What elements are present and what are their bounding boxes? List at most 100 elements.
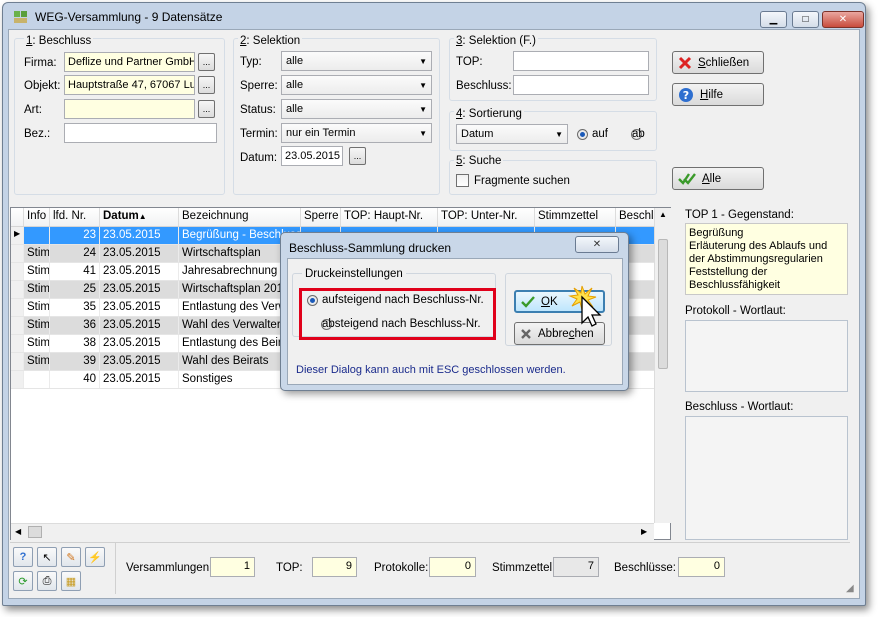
col-header-beschluss[interactable]: Beschlu — [616, 208, 658, 226]
sort-field-select[interactable]: Datum ▼ — [456, 124, 568, 144]
grid-horizontal-scrollbar[interactable]: ◀ ▶ — [11, 523, 654, 540]
col-header-stimmzettel[interactable]: Stimmzettel — [535, 208, 616, 226]
cell-info — [24, 371, 50, 388]
beschluss-wortlaut-label: Beschluss - Wortlaut: — [685, 401, 794, 413]
col-header-info[interactable]: Info — [24, 208, 50, 226]
chevron-down-icon: ▼ — [419, 56, 427, 66]
cell-info: Stimi — [24, 335, 50, 352]
typ-select[interactable]: alle ▼ — [281, 51, 432, 71]
protokolle-count: 0 — [429, 557, 476, 577]
art-browse-button[interactable]: ... — [198, 100, 215, 118]
objekt-browse-button[interactable]: ... — [198, 76, 215, 94]
row-indicator-header — [11, 208, 24, 226]
top-gegenstand-label: TOP 1 - Gegenstand: — [685, 209, 794, 221]
refresh-tool-button[interactable]: ⟳ — [13, 571, 33, 591]
protokoll-wortlaut-label: Protokoll - Wortlaut: — [685, 305, 786, 317]
cell-datum: 23.05.2015 — [100, 227, 179, 244]
printer-icon: ⎙ — [42, 574, 52, 587]
pointer-tool-button[interactable]: ↖ — [37, 547, 57, 567]
col-header-bezeichnung[interactable]: Bezeichnung — [179, 208, 301, 226]
typ-label: Typ: — [240, 56, 262, 68]
cell-info: Stimi — [24, 299, 50, 316]
top-filter-field[interactable] — [513, 51, 649, 71]
termin-select[interactable]: nur ein Termin ▼ — [281, 123, 432, 143]
cell-nr: 35 — [50, 299, 100, 316]
scroll-up-icon[interactable]: ▲ — [655, 208, 671, 219]
firma-browse-button[interactable]: ... — [198, 53, 215, 71]
col-header-top-unter[interactable]: TOP: Unter-Nr. — [438, 208, 535, 226]
sperre-select[interactable]: alle ▼ — [281, 75, 432, 95]
datum-field[interactable]: 23.05.2015 — [281, 146, 343, 166]
title-bar: WEG-Versammlung - 9 Datensätze — [13, 7, 222, 27]
cell-datum: 23.05.2015 — [100, 371, 179, 388]
cell-nr: 23 — [50, 227, 100, 244]
svg-text:?: ? — [683, 89, 689, 102]
cell-info: Stimi — [24, 263, 50, 280]
refresh-icon: ⟳ — [18, 575, 28, 588]
resize-grip-icon[interactable]: ◢ — [846, 583, 854, 594]
cell-datum: 23.05.2015 — [100, 353, 179, 370]
bez-field[interactable] — [64, 123, 217, 143]
grid-vertical-scrollbar[interactable]: ▲ — [654, 208, 671, 523]
cancel-icon — [521, 328, 531, 339]
col-header-sperre[interactable]: Sperre — [301, 208, 341, 226]
cell-datum: 23.05.2015 — [100, 245, 179, 262]
close-window-button[interactable]: ✕ — [822, 11, 864, 28]
scroll-thumb[interactable] — [658, 239, 668, 369]
art-field[interactable] — [64, 99, 195, 119]
sperre-label: Sperre: — [240, 80, 278, 92]
maximize-button[interactable]: □ — [792, 11, 819, 28]
scroll-right-icon[interactable]: ▶ — [641, 527, 647, 536]
schliessen-button[interactable]: Schließen — [672, 51, 764, 74]
chevron-down-icon: ▼ — [419, 80, 427, 90]
sort-asc-icon: ▲ — [138, 212, 147, 221]
minimize-button[interactable]: ▁ — [760, 11, 787, 28]
scroll-left-icon[interactable]: ◀ — [15, 527, 21, 536]
print-tool-button[interactable]: ⎙ — [37, 571, 57, 591]
aufsteigend-radio[interactable] — [307, 295, 318, 306]
lightning-icon: ⚡ — [88, 551, 102, 564]
objekt-field[interactable]: Hauptstraße 47, 67067 Ludwigshafen — [64, 75, 195, 95]
edit-tool-button[interactable]: ✎ — [61, 547, 81, 567]
col-header-nr[interactable]: lfd. Nr. — [50, 208, 100, 226]
pencil-icon: ✎ — [66, 551, 76, 564]
row-indicator-icon — [11, 371, 24, 388]
firma-label: Firma: — [24, 57, 57, 69]
cell-nr: 24 — [50, 245, 100, 262]
beschluesse-count: 0 — [678, 557, 725, 577]
gegenstand-line: Feststellung der — [689, 266, 768, 278]
beschluss-filter-field[interactable] — [513, 75, 649, 95]
table-tool-button[interactable]: ▦ — [61, 571, 81, 591]
chevron-down-icon: ▼ — [419, 104, 427, 114]
hscroll-thumb[interactable] — [28, 526, 42, 538]
firma-field[interactable]: Deflize und Partner GmbH — [64, 52, 195, 72]
table-icon: ▦ — [65, 575, 77, 588]
fragmente-checkbox[interactable] — [456, 174, 469, 187]
status-select[interactable]: alle ▼ — [281, 99, 432, 119]
datum-picker-button[interactable]: ... — [349, 147, 366, 165]
sortierung-group-label: 4: Sortierung — [454, 108, 524, 120]
suche-group-label: 5: Suche — [454, 155, 504, 167]
top-gegenstand-text: Begrüßung Erläuterung des Ablaufs und de… — [685, 223, 848, 295]
top-count-label: TOP: — [276, 562, 303, 574]
versammlungen-label: Versammlungen: — [126, 562, 213, 574]
col-header-top-haupt[interactable]: TOP: Haupt-Nr. — [341, 208, 438, 226]
col-header-datum[interactable]: Datum▲ — [100, 208, 179, 226]
fragmente-label: Fragmente suchen — [474, 175, 570, 187]
sort-asc-radio[interactable] — [577, 129, 588, 140]
lightning-tool-button[interactable]: ⚡ — [85, 547, 105, 567]
row-indicator-icon — [11, 299, 24, 316]
dialog-close-button[interactable]: ✕ — [575, 236, 619, 253]
help-tool-button[interactable]: ? — [13, 547, 33, 567]
selektion-f-group-label: 3: Selektion (F.) — [454, 35, 538, 47]
cell-nr: 40 — [50, 371, 100, 388]
protokoll-wortlaut-field[interactable] — [685, 320, 848, 392]
cell-datum: 23.05.2015 — [100, 299, 179, 316]
row-indicator-icon: ▶ — [11, 227, 24, 244]
dialog-hint: Dieser Dialog kann auch mit ESC geschlos… — [296, 364, 566, 376]
beschluss-wortlaut-field[interactable] — [685, 416, 848, 540]
hilfe-button[interactable]: ? Hilfe — [672, 83, 764, 106]
alle-button[interactable]: Alle — [672, 167, 764, 190]
stimmzettel-label: Stimmzettel: — [492, 562, 556, 574]
cell-info: Stimi — [24, 317, 50, 334]
